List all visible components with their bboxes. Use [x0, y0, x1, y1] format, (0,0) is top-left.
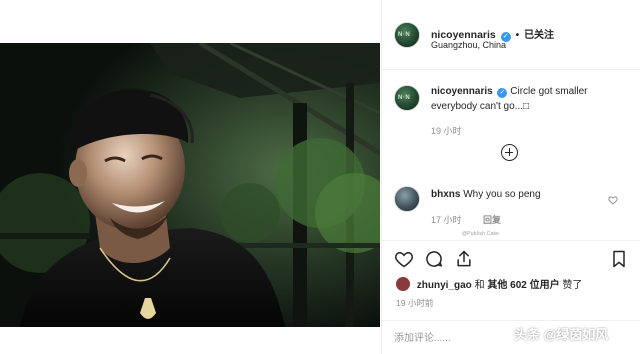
- post-side-panel: N·N nicoyennaris ✓ • 已关注 Guangzhou, Chin…: [381, 0, 640, 354]
- comment-heart-icon[interactable]: [608, 195, 618, 205]
- comment-body: bhxns Why you so peng: [431, 187, 541, 202]
- separator-dot: •: [515, 30, 520, 41]
- likes-summary: zhunyi_gao 和 其他 602 位用户 赞了: [396, 276, 582, 291]
- post-photo[interactable]: [0, 43, 380, 327]
- caption-glyph: □: [522, 101, 530, 112]
- comment-username[interactable]: bhxns: [431, 189, 460, 200]
- comment-icon[interactable]: [424, 249, 444, 269]
- heart-icon[interactable]: [394, 249, 414, 269]
- comment-author-avatar[interactable]: [394, 186, 420, 212]
- avatar-image: [395, 187, 419, 211]
- comment-text: Why you so peng: [463, 189, 541, 200]
- post-header: N·N nicoyennaris ✓ • 已关注 Guangzhou, Chin…: [382, 0, 640, 70]
- caption-username[interactable]: nicoyennaris: [431, 86, 493, 97]
- likes-others-prefix: 其他: [487, 280, 508, 291]
- comment-time[interactable]: 17 小时: [431, 213, 462, 226]
- post-timestamp[interactable]: 19 小时前: [396, 297, 433, 309]
- liker-username[interactable]: zhunyi_gao: [417, 280, 472, 291]
- action-bar: [382, 240, 640, 274]
- reply-button[interactable]: 回复: [483, 213, 501, 226]
- author-avatar[interactable]: N·N: [394, 22, 420, 48]
- caption-author-avatar[interactable]: N·N: [394, 85, 420, 111]
- likes-others-suffix: 位用户: [529, 280, 560, 291]
- liker-avatar[interactable]: [396, 277, 410, 291]
- likes-conj: 和: [474, 280, 485, 291]
- caption: nicoyennaris ✓ Circle got smaller everyb…: [431, 84, 626, 114]
- likes-others-link[interactable]: 其他 602 位用户: [487, 280, 559, 291]
- likes-liked-label: 赞了: [562, 280, 583, 291]
- share-icon[interactable]: [454, 249, 474, 269]
- likes-count: 602: [510, 280, 527, 291]
- toutiao-watermark: 头条 @绿茵如风: [514, 327, 609, 342]
- avatar-logo-text: N·N: [398, 95, 411, 101]
- caption-time[interactable]: 19 小时: [431, 124, 462, 137]
- bookmark-icon[interactable]: [609, 249, 629, 269]
- post-photo-image: [0, 43, 380, 327]
- avatar-logo-text: N·N: [398, 32, 411, 38]
- tiny-watermark: @Publish Cake: [462, 231, 500, 237]
- plus-circle-icon[interactable]: [501, 144, 518, 161]
- verified-badge-icon: ✓: [497, 88, 508, 98]
- follow-status-button[interactable]: 已关注: [524, 30, 554, 41]
- post-location[interactable]: Guangzhou, China: [431, 40, 506, 50]
